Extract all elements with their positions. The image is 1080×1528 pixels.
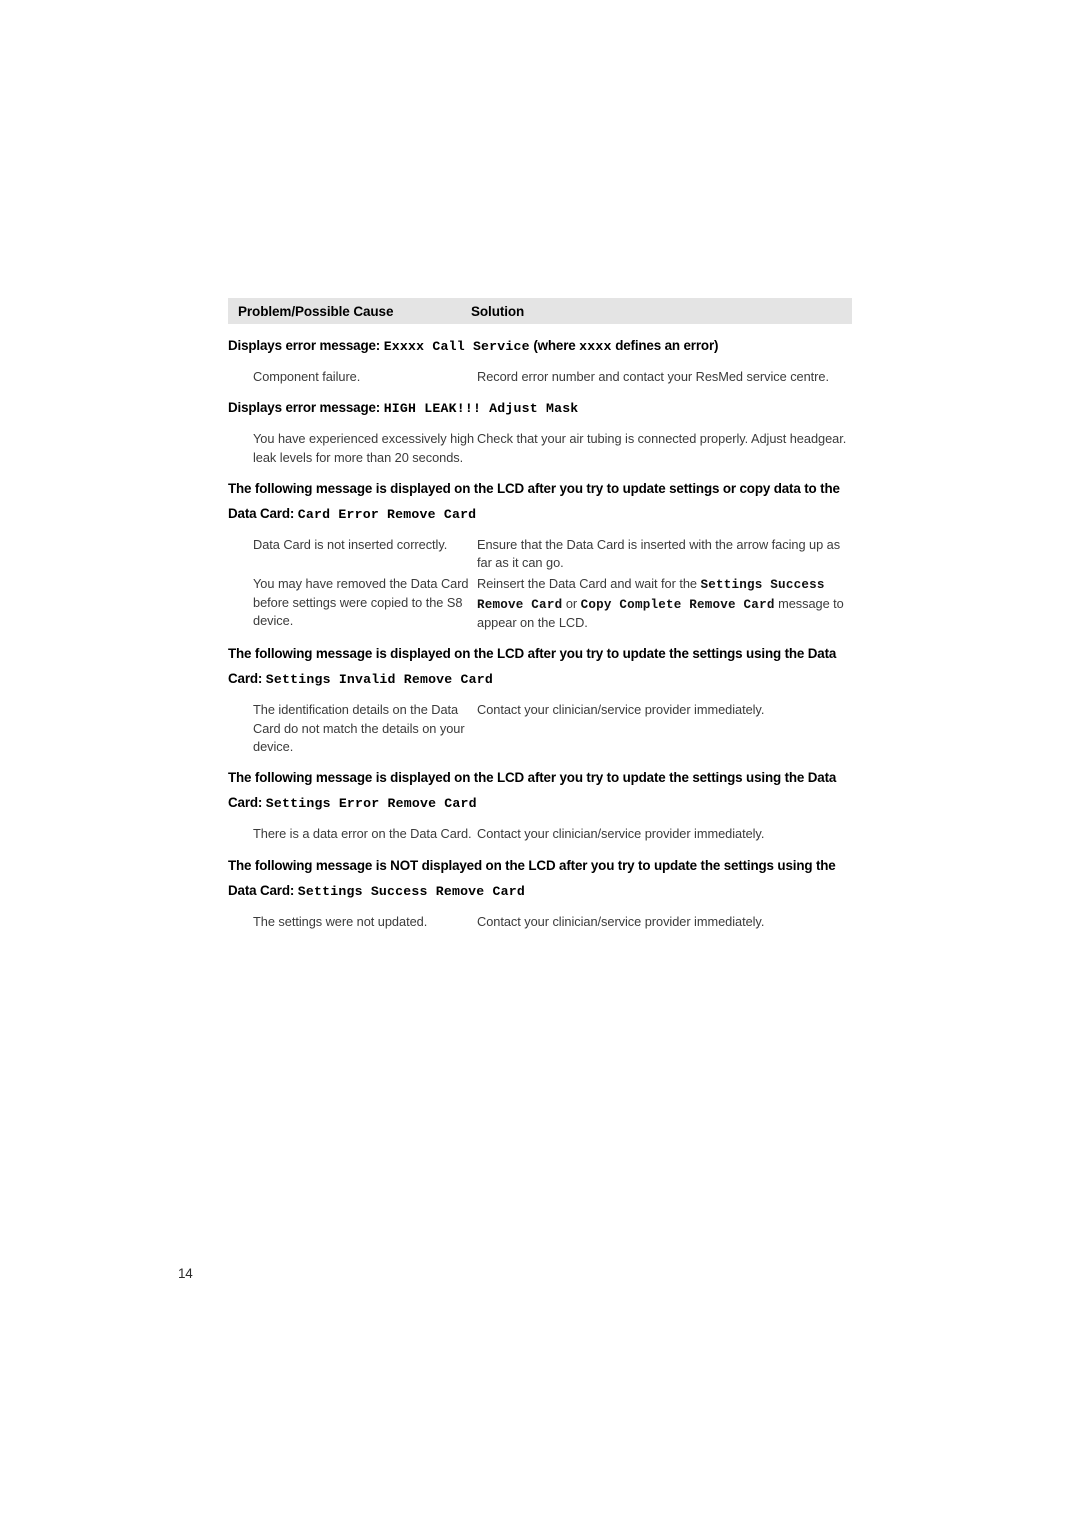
- cell-solution: Reinsert the Data Card and wait for the …: [477, 575, 852, 632]
- solution-4-0-run-0: Contact your clinician/service provider …: [477, 826, 765, 842]
- document-page: Problem/Possible Cause Solution Displays…: [0, 0, 1080, 1528]
- section-heading-2-run-1: Card Error Remove Card: [297, 506, 477, 522]
- table-row: The settings were not updated. Contact yo…: [228, 913, 852, 931]
- section-heading: Displays error message: Exxxx Call Servi…: [228, 333, 852, 359]
- section-heading-1-run-1: HIGH LEAK!!! Adjust Mask: [383, 401, 579, 417]
- section-heading-5-run-1: Settings Success Remove Card: [297, 883, 525, 899]
- cell-problem-possible-cause: The settings were not updated.: [253, 913, 477, 931]
- cell-problem-possible-cause: You may have removed the Data Card befor…: [253, 575, 477, 632]
- cause-5-0-run-0: The settings were not updated.: [253, 913, 428, 929]
- cause-3-0-run-0: The identification details on the Data C…: [253, 702, 465, 754]
- cause-2-0-run-0: Data Card is not inserted correctly.: [253, 536, 448, 552]
- cell-problem-possible-cause: Component failure.: [253, 368, 477, 386]
- table-row: There is a data error on the Data Card. C…: [228, 825, 852, 843]
- cell-solution: Contact your clinician/service provider …: [477, 825, 852, 843]
- section-heading-4-run-1: Settings Error Remove Card: [265, 796, 477, 812]
- table-row: Data Card is not inserted correctly. Ensu…: [228, 536, 852, 573]
- section-heading: The following message is NOT displayed o…: [228, 853, 852, 904]
- troubleshooting-table: Problem/Possible Cause Solution Displays…: [228, 298, 852, 931]
- solution-1-0-run-0: Check that your air tubing is connected …: [477, 431, 847, 447]
- section-heading-0-run-4: defines an error): [611, 338, 719, 353]
- table-row: You may have removed the Data Card befor…: [228, 575, 852, 632]
- cause-4-0-run-0: There is a data error on the Data Card.: [253, 826, 472, 842]
- cell-problem-possible-cause: The identification details on the Data C…: [253, 701, 477, 756]
- cell-problem-possible-cause: You have experienced excessively high le…: [253, 430, 477, 467]
- cell-problem-possible-cause: There is a data error on the Data Card.: [253, 825, 477, 843]
- section-heading: The following message is displayed on th…: [228, 476, 852, 527]
- table-row: Component failure. Record error number an…: [228, 368, 852, 386]
- solution-0-0-run-0: Record error number and contact your Res…: [477, 369, 829, 384]
- cause-2-1-run-0: You may have removed the Data Card befor…: [253, 576, 469, 629]
- table-row: You have experienced excessively high le…: [228, 430, 852, 467]
- column-header-solution: Solution: [471, 303, 525, 319]
- solution-2-1-run-3: Copy Complete Remove Card: [580, 597, 775, 612]
- section-heading-3-run-1: Settings Invalid Remove Card: [265, 672, 493, 688]
- page-number: 14: [178, 1266, 193, 1281]
- section-heading-0-run-0: Displays error message:: [228, 338, 384, 353]
- cell-solution: Contact your clinician/service provider …: [477, 913, 852, 931]
- table-header-row: Problem/Possible Cause Solution: [228, 298, 852, 324]
- cause-0-0-run-0: Component failure.: [253, 369, 361, 384]
- solution-2-0-run-0: Ensure that the Data Card is inserted wi…: [477, 536, 841, 571]
- cell-problem-possible-cause: Data Card is not inserted correctly.: [253, 536, 477, 573]
- section-heading-1-run-0: Displays error message:: [228, 400, 384, 416]
- column-header-problem-possible-cause: Problem/Possible Cause: [238, 303, 394, 319]
- section-heading-0-run-3: xxxx: [579, 339, 612, 354]
- section-heading: Displays error message: HIGH LEAK!!! Adj…: [228, 395, 852, 421]
- solution-5-0-run-0: Contact your clinician/service provider …: [477, 913, 765, 929]
- section-heading-0-run-2: (where: [529, 338, 580, 353]
- cell-solution: Record error number and contact your Res…: [477, 368, 852, 386]
- cell-solution: Ensure that the Data Card is inserted wi…: [477, 536, 852, 573]
- section-heading: The following message is displayed on th…: [228, 765, 852, 816]
- section-heading-0-run-1: Exxxx Call Service: [383, 339, 530, 354]
- cell-solution: Check that your air tubing is connected …: [477, 430, 852, 467]
- cause-1-0-run-0: You have experienced excessively high le…: [253, 431, 475, 465]
- cell-solution: Contact your clinician/service provider …: [477, 701, 852, 756]
- solution-3-0-run-0: Contact your clinician/service provider …: [477, 702, 765, 718]
- table-sections: Displays error message: Exxxx Call Servi…: [228, 333, 852, 931]
- section-heading: The following message is displayed on th…: [228, 641, 852, 692]
- solution-2-1-run-0: Reinsert the Data Card and wait for the: [477, 576, 701, 592]
- solution-2-1-run-2: or: [562, 595, 581, 611]
- table-row: The identification details on the Data C…: [228, 701, 852, 756]
